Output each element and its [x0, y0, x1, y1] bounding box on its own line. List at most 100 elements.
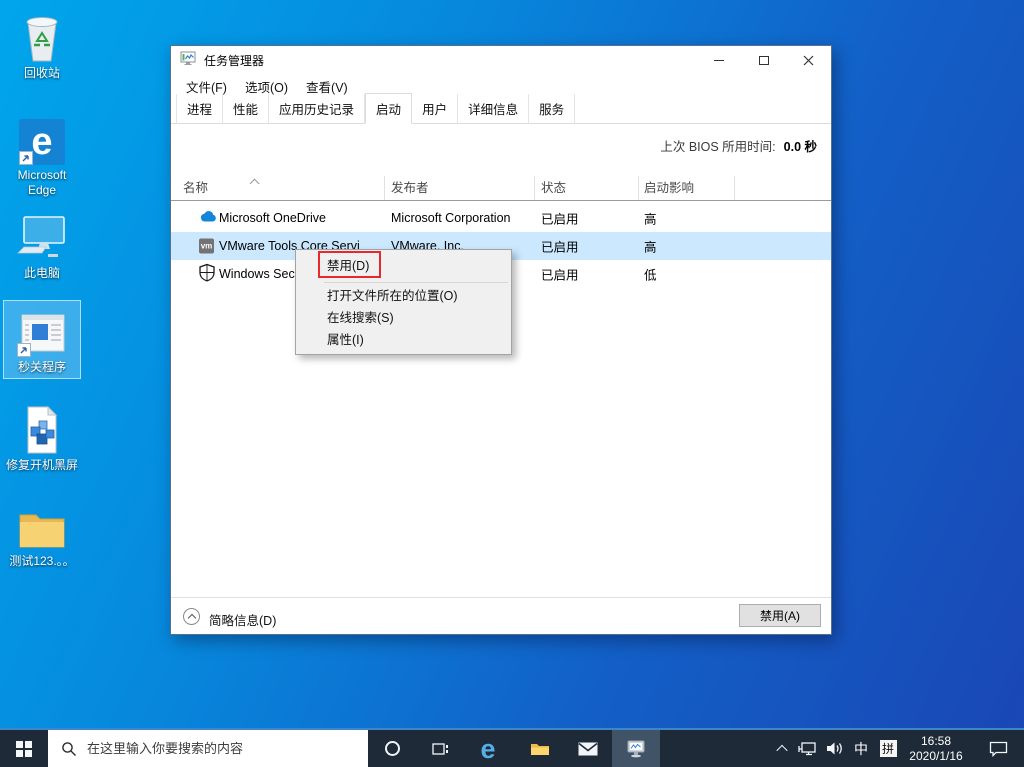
windows-logo-icon: [16, 740, 32, 757]
recycle-bin-icon: [20, 11, 64, 63]
highlight-annotation-box: [318, 251, 381, 278]
minimize-button[interactable]: [696, 46, 741, 74]
taskbar: e 中 拼: [0, 728, 1024, 767]
desktop-icon-this-pc[interactable]: 此电脑: [3, 206, 81, 285]
row-impact: 高: [644, 212, 657, 227]
column-divider: [384, 176, 385, 200]
task-view-icon: [432, 742, 448, 755]
volume-tray-button[interactable]: [822, 730, 848, 767]
column-divider: [734, 176, 735, 200]
desktop-icon-miaoguan[interactable]: 秒关程序: [3, 300, 81, 379]
edge-icon: e: [480, 733, 496, 764]
edge-icon: e: [19, 113, 65, 165]
desktop-icon-label: 秒关程序: [17, 360, 66, 374]
speaker-icon: [827, 742, 842, 755]
row-name: Microsoft OneDrive: [219, 211, 326, 225]
desktop-icon-label: Microsoft Edge: [17, 168, 67, 197]
task-manager-icon: [627, 740, 645, 757]
tab-startup[interactable]: 启动: [365, 93, 413, 124]
table-header: 名称 发布者 状态 启动影响: [171, 176, 831, 201]
security-shield-icon: [199, 263, 215, 285]
action-center-icon: [989, 741, 1007, 757]
maximize-icon: [758, 55, 769, 65]
column-impact[interactable]: 启动影响: [644, 177, 694, 196]
table-row-onedrive[interactable]: Microsoft OneDrive Microsoft Corporation…: [171, 204, 831, 232]
search-icon: [62, 741, 76, 756]
title-bar[interactable]: 任务管理器: [171, 46, 831, 74]
vmware-icon: vm: [199, 238, 214, 254]
maximize-button[interactable]: [741, 46, 786, 74]
row-impact: 高: [644, 240, 657, 255]
network-tray-button[interactable]: [794, 730, 820, 767]
desktop-icon-test-folder[interactable]: 测试123.。。: [3, 494, 81, 573]
bios-time-label: 上次 BIOS 所用时间:: [660, 140, 776, 154]
row-name: Windows Sec: [219, 267, 295, 281]
window-title: 任务管理器: [204, 53, 265, 68]
onedrive-cloud-icon: [199, 211, 217, 226]
desktop-icon-recycle-bin[interactable]: 回收站: [3, 6, 81, 85]
shortcut-arrow-icon: [19, 151, 33, 165]
taskbar-search[interactable]: [48, 730, 368, 767]
ime-language-button[interactable]: 中: [848, 730, 874, 767]
column-divider: [638, 176, 639, 200]
file-explorer-icon: [531, 743, 549, 755]
desktop-icon-label: 此电脑: [23, 266, 60, 280]
tab-services[interactable]: 服务: [529, 94, 576, 124]
close-icon: [803, 55, 814, 65]
chevron-up-icon: [187, 613, 196, 623]
minimize-icon: [713, 59, 724, 61]
disable-button[interactable]: 禁用(A): [739, 604, 821, 627]
bios-time-value: 0.0 秒: [783, 140, 817, 154]
tab-details[interactable]: 详细信息: [458, 94, 530, 124]
chevron-up-icon: [776, 744, 788, 756]
tab-bar: 进程 性能 应用历史记录 启动 用户 详细信息 服务: [171, 93, 831, 124]
registry-file-icon: [22, 403, 62, 455]
mail-button[interactable]: [564, 730, 612, 767]
app-window-icon: [17, 305, 67, 357]
folder-icon: [16, 499, 68, 551]
desktop-icon-edge[interactable]: e Microsoft Edge: [3, 108, 81, 202]
close-button[interactable]: [786, 46, 831, 74]
row-publisher: Microsoft Corporation: [391, 211, 511, 225]
row-status: 已启用: [541, 240, 579, 255]
clock-time: 16:58: [920, 733, 952, 748]
desktop-icon-label: 修复开机黑屏: [5, 458, 78, 472]
bios-time: 上次 BIOS 所用时间: 0.0 秒: [660, 136, 817, 155]
mail-icon: [578, 742, 598, 755]
edge-taskbar-button[interactable]: e: [464, 730, 512, 767]
clock-date: 2020/1/16: [909, 748, 963, 763]
tab-app-history[interactable]: 应用历史记录: [269, 94, 366, 124]
task-view-button[interactable]: [416, 730, 464, 767]
column-status[interactable]: 状态: [541, 177, 566, 196]
context-menu-item-properties[interactable]: 属性(I): [296, 329, 511, 351]
tab-users[interactable]: 用户: [412, 94, 459, 124]
start-button[interactable]: [0, 730, 48, 767]
tab-processes[interactable]: 进程: [176, 94, 224, 124]
desktop-icon-registry-fix[interactable]: 修复开机黑屏: [3, 398, 81, 477]
this-pc-icon: [14, 211, 70, 263]
tray-expand-button[interactable]: [770, 730, 794, 767]
task-manager-taskbar-button[interactable]: [612, 730, 660, 767]
row-impact: 低: [644, 268, 657, 283]
menu-separator: [324, 282, 508, 283]
expander-button[interactable]: [183, 608, 200, 625]
desktop-icon-label: 回收站: [23, 66, 60, 80]
window-footer: 简略信息(D) 禁用(A): [171, 597, 831, 634]
context-menu-item-open-location[interactable]: 打开文件所在的位置(O): [296, 285, 511, 307]
action-center-button[interactable]: [978, 730, 1018, 767]
summary-toggle-label[interactable]: 简略信息(D): [209, 610, 276, 629]
context-menu-item-search-online[interactable]: 在线搜索(S): [296, 307, 511, 329]
shortcut-arrow-icon: [17, 343, 31, 357]
tab-performance[interactable]: 性能: [223, 94, 270, 124]
column-publisher[interactable]: 发布者: [391, 177, 429, 196]
ime-indicator: 中: [854, 740, 868, 757]
file-explorer-button[interactable]: [516, 730, 564, 767]
cortana-button[interactable]: [368, 730, 416, 767]
cortana-icon: [384, 741, 400, 756]
clock-button[interactable]: 16:58 2020/1/16: [900, 730, 972, 767]
ime-mode-button[interactable]: 拼: [876, 730, 900, 767]
column-divider: [534, 176, 535, 200]
column-name[interactable]: 名称: [183, 177, 208, 196]
desktop-icon-label: 测试123.。。: [9, 554, 75, 568]
search-input[interactable]: [87, 741, 337, 756]
